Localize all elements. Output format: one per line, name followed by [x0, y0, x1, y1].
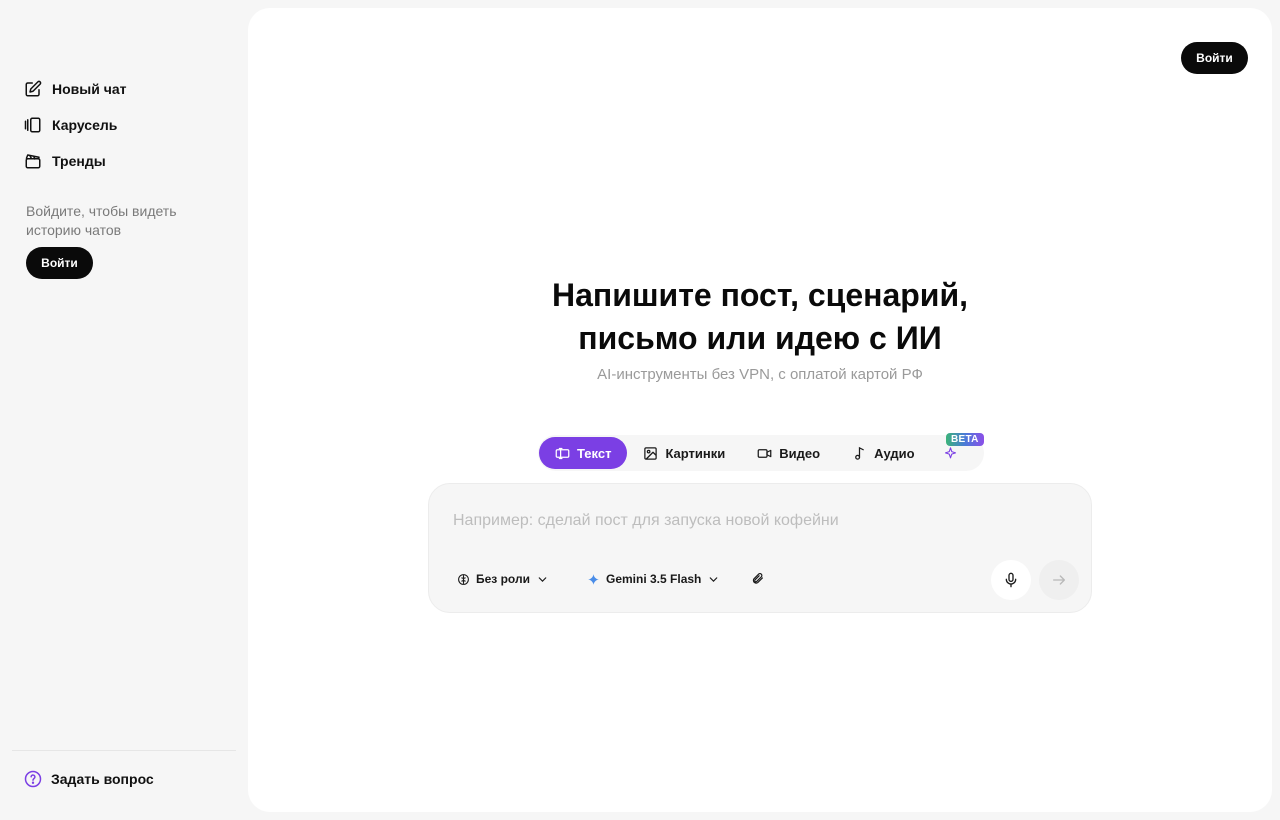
tab-video[interactable]: Видео [741, 437, 836, 469]
arrow-right-icon [1053, 575, 1065, 585]
attach-button[interactable] [751, 572, 764, 585]
tab-label: Аудио [874, 445, 915, 461]
tab-text[interactable]: Текст [539, 437, 628, 469]
tab-images[interactable]: Картинки [627, 437, 741, 469]
sidebar-item-trends[interactable]: Тренды [24, 152, 106, 170]
tab-label: Картинки [665, 445, 726, 461]
sidebar-item-label: Тренды [52, 153, 106, 169]
video-camera-icon [757, 448, 772, 458]
voice-input-button[interactable] [991, 560, 1031, 600]
chevron-down-icon [538, 576, 547, 582]
login-hint: Войдите, чтобы видеть историю чатов [26, 203, 177, 238]
mode-tabs: Текст Картинки Видео Аудио [538, 435, 984, 471]
carousel-icon [24, 117, 41, 133]
send-button[interactable] [1039, 560, 1079, 600]
role-label: Без роли [476, 572, 530, 586]
page-title: Напишите пост, сценарий, письмо или идею… [248, 274, 1272, 360]
sidebar-divider [12, 750, 236, 751]
brain-icon [458, 573, 469, 585]
tab-label: Текст [577, 445, 612, 461]
ask-question-link[interactable]: Задать вопрос [24, 770, 154, 788]
sidebar-item-label: Карусель [52, 117, 118, 133]
music-note-icon [855, 446, 864, 460]
microphone-icon [1005, 572, 1017, 588]
ask-question-label: Задать вопрос [51, 771, 154, 787]
main-panel: Войти Напишите пост, сценарий, письмо ил… [248, 8, 1272, 812]
image-icon [644, 446, 658, 460]
page-title-line-1: Напишите пост, сценарий, [551, 277, 969, 313]
tab-audio[interactable]: Аудио [836, 437, 930, 469]
sidebar-item-new-chat[interactable]: Новый чат [24, 80, 127, 98]
prompt-composer: Например: сделай пост для запуска новой … [428, 483, 1092, 613]
chevron-down-icon [710, 576, 718, 582]
text-cursor-icon [555, 447, 570, 459]
gemini-icon [588, 573, 599, 585]
tab-label: Видео [779, 445, 821, 461]
sidebar-item-label: Новый чат [52, 81, 127, 97]
header-login-button[interactable]: Войти [1181, 42, 1248, 74]
role-selector[interactable]: Без роли [457, 572, 549, 586]
model-label: Gemini 3.5 Flash [606, 572, 702, 586]
help-circle-icon [24, 770, 42, 788]
page-subtitle: AI-инструменты без VPN, с оплатой картой… [597, 366, 923, 383]
paperclip-icon [752, 573, 763, 584]
sparkle-icon [944, 446, 956, 458]
sidebar-login-button[interactable]: Войти [26, 247, 93, 279]
clapperboard-icon [25, 154, 41, 169]
model-selector[interactable]: Gemini 3.5 Flash [587, 572, 720, 586]
edit-icon [25, 80, 42, 97]
sidebar-item-carousel[interactable]: Карусель [24, 116, 117, 134]
sidebar: Новый чат Карусель Тренды Войдите, чтобы… [0, 0, 248, 820]
page-title-line-2: письмо или идею с ИИ [578, 320, 942, 356]
prompt-input[interactable]: Например: сделай пост для запуска новой … [453, 512, 839, 530]
beta-badge: BETA [946, 433, 984, 446]
